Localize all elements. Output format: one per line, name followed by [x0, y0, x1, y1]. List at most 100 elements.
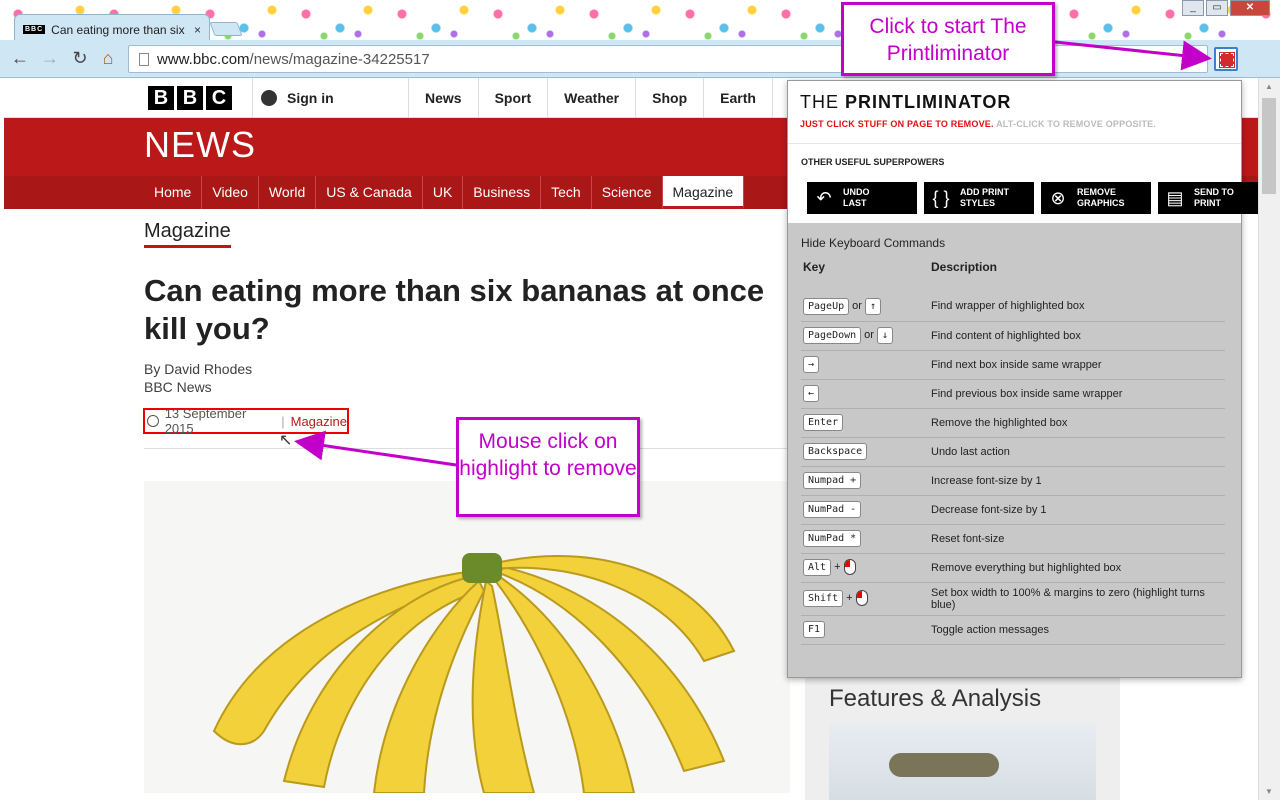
nav-sport[interactable]: Sport [477, 78, 548, 118]
shortcut-description: Decrease font-size by 1 [929, 495, 1225, 525]
user-avatar-icon [261, 90, 277, 106]
printliminator-extension-icon[interactable] [1214, 47, 1238, 71]
shortcut-key: F1 [801, 615, 929, 645]
scroll-down-icon[interactable]: ▼ [1265, 787, 1273, 796]
add-print-styles-button[interactable]: { } ADD PRINT STYLES [924, 182, 1034, 214]
tab-title: Can eating more than six b [51, 22, 188, 37]
section-uk[interactable]: UK [423, 176, 464, 209]
undo-icon: ↶ [816, 187, 832, 208]
home-icon[interactable]: ⌂ [98, 48, 118, 68]
features-panel: Features & Analysis [805, 678, 1120, 800]
shortcut-table: Key Description PageUp or ↑ Find wrapper o… [801, 260, 1225, 645]
close-window-icon[interactable]: ✕ [1230, 0, 1270, 16]
hide-keyboard-commands-link[interactable]: Hide Keyboard Commands [801, 236, 1229, 250]
shortcut-row: ← Find previous box inside same wrapper [801, 379, 1225, 409]
nav-shop[interactable]: Shop [635, 78, 703, 118]
send-to-print-button[interactable]: ▤ SEND TO PRINT [1158, 182, 1268, 214]
annotation-mouse: Mouse click on highlight to remove [456, 417, 640, 517]
back-arrow-icon[interactable]: ← [10, 48, 30, 68]
remove-graphics-icon: ⊗ [1050, 187, 1066, 208]
bbc-logo[interactable]: B B C [148, 86, 235, 110]
undo-last-button[interactable]: ↶ UNDO LAST [807, 182, 917, 214]
key-cap: NumPad - [803, 501, 862, 518]
key-joiner: + [846, 592, 853, 604]
maximize-icon[interactable]: ▭ [1206, 0, 1228, 16]
section-tag[interactable]: Magazine [144, 220, 231, 248]
reload-icon[interactable]: ↻ [70, 48, 90, 68]
news-wordmark[interactable]: NEWS [144, 124, 256, 166]
key-cap: Shift [803, 590, 844, 607]
shortcut-description: Find next box inside same wrapper [929, 350, 1225, 380]
braces-icon: { } [932, 187, 950, 208]
shortcut-key: Backspace [801, 437, 929, 467]
shortcut-key: NumPad * [801, 524, 929, 554]
window-controls: _ ▭ ✕ [1180, 0, 1270, 16]
printliminator-popup: THE PRINTLIMINATOR JUST CLICK STUFF ON P… [787, 80, 1268, 678]
key-cap: → [803, 356, 820, 373]
key-cap: Alt [803, 559, 832, 576]
key-cap: NumPad * [803, 530, 862, 547]
section-world[interactable]: World [259, 176, 317, 209]
col-key: Key [803, 260, 826, 274]
key-cap: PageUp [803, 297, 850, 315]
forward-arrow-icon[interactable]: → [40, 48, 60, 68]
shortcut-key: → [801, 350, 929, 380]
nav-news[interactable]: News [408, 78, 478, 118]
helicopter-shape [889, 753, 999, 777]
article-date: 13 September 2015 [164, 406, 247, 436]
col-description: Description [931, 260, 998, 274]
superpowers-title: OTHER USEFUL SUPERPOWERS [801, 157, 945, 167]
key-joiner: or [852, 299, 862, 312]
nav-weather[interactable]: Weather [547, 78, 635, 118]
section-video[interactable]: Video [202, 176, 259, 209]
remove-graphics-button[interactable]: ⊗ REMOVE GRAPHICS [1041, 182, 1151, 214]
key-cap: ↓ [877, 327, 894, 344]
section-business[interactable]: Business [463, 176, 542, 209]
scroll-thumb[interactable] [1262, 98, 1276, 194]
keyboard-commands: Hide Keyboard Commands Key Description P… [801, 236, 1229, 645]
shortcut-description: Find content of highlighted box [929, 321, 1225, 351]
nav-earth[interactable]: Earth [703, 78, 772, 118]
shortcut-description: Reset font-size [929, 524, 1225, 554]
shortcut-key: Alt + [801, 553, 929, 583]
bookmark-star-icon[interactable]: ☆ [1186, 50, 1200, 70]
window-titlebar: BBC Can eating more than six b × _ ▭ ✕ [0, 0, 1280, 44]
minimize-icon[interactable]: _ [1182, 0, 1204, 16]
banana-bunch-icon [212, 553, 736, 794]
helicopter-thumbnail[interactable] [829, 723, 1096, 800]
annotation-start: Click to start The Printliminator [841, 2, 1055, 76]
shortcut-key: PageDown or ↓ [801, 321, 929, 351]
section-us-canada[interactable]: US & Canada [316, 176, 423, 209]
banana-stem [462, 553, 502, 583]
byline: By David Rhodes BBC News [144, 360, 252, 396]
section-science[interactable]: Science [592, 176, 663, 209]
shortcut-key: Numpad + [801, 466, 929, 496]
shortcut-description: Toggle action messages [929, 615, 1225, 645]
shortcut-row: PageDown or ↓ Find content of highlighted … [801, 321, 1225, 351]
clock-icon [147, 415, 159, 427]
shortcut-row: Enter Remove the highlighted box [801, 408, 1225, 438]
key-cap: ↑ [864, 297, 881, 315]
new-tab-button[interactable] [209, 22, 243, 36]
sign-in-link[interactable]: Sign in [252, 78, 412, 118]
category-link[interactable]: Magazine [291, 414, 347, 429]
bbc-top-nav: News Sport Weather Shop Earth Tra [408, 78, 826, 118]
section-home[interactable]: Home [144, 176, 203, 209]
shortcut-key: NumPad - [801, 495, 929, 525]
mouse-click-icon [855, 590, 868, 607]
shortcut-description: Find wrapper of highlighted box [929, 292, 1225, 322]
shortcut-key: ← [801, 379, 929, 409]
highlighted-meta-box[interactable]: 13 September 2015 | Magazine [143, 406, 349, 436]
key-cap: F1 [803, 621, 826, 638]
scroll-up-icon[interactable]: ▲ [1265, 82, 1273, 91]
key-cap: Enter [803, 414, 844, 431]
bananas-photo [144, 481, 790, 794]
key-cap: Backspace [803, 443, 868, 460]
page-scrollbar[interactable]: ▲ ▼ [1258, 78, 1280, 800]
url-host: www.bbc.com [157, 50, 250, 68]
shortcut-row: Backspace Undo last action [801, 437, 1225, 467]
section-magazine[interactable]: Magazine [662, 176, 745, 209]
shortcut-description: Find previous box inside same wrapper [929, 379, 1225, 409]
tab-close-icon[interactable]: × [194, 23, 201, 37]
section-tech[interactable]: Tech [541, 176, 592, 209]
